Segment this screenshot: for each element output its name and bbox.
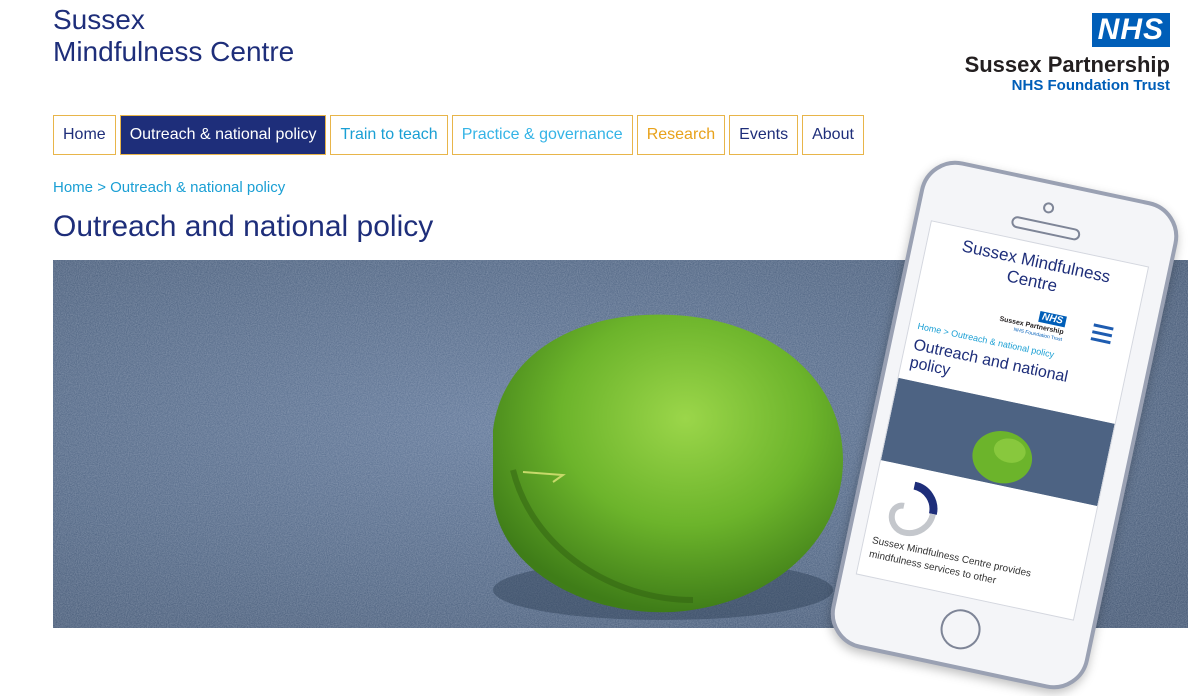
nav-item-about[interactable]: About bbox=[802, 115, 864, 155]
nav-item-events[interactable]: Events bbox=[729, 115, 799, 155]
breadcrumb: Home > Outreach & national policy bbox=[53, 179, 285, 196]
site-title[interactable]: Sussex Mindfulness Centre bbox=[53, 4, 294, 68]
phone-speaker bbox=[1010, 215, 1082, 242]
nav-item-outreach[interactable]: Outreach & national policy bbox=[119, 115, 327, 155]
spiral-logo-icon bbox=[888, 481, 938, 537]
phone-camera bbox=[1042, 201, 1056, 215]
mobile-site-title: Sussex Mindfulness Centre bbox=[960, 236, 1113, 296]
site-title-line2: Mindfulness Centre bbox=[53, 36, 295, 67]
hamburger-menu-icon bbox=[1090, 323, 1114, 348]
nav-item-practice-governance[interactable]: Practice & governance bbox=[451, 115, 633, 155]
nhs-badge: NHS bbox=[1091, 13, 1170, 47]
breadcrumb-home-link[interactable]: Home bbox=[53, 179, 93, 196]
nav-item-home[interactable]: Home bbox=[53, 115, 116, 155]
nhs-logo[interactable]: NHS Sussex Partnership NHS Foundation Tr… bbox=[965, 13, 1170, 95]
page-title: Outreach and national policy bbox=[53, 210, 434, 243]
nav-item-train-to-teach[interactable]: Train to teach bbox=[330, 115, 448, 155]
site-title-line1: Sussex bbox=[53, 4, 145, 35]
mobile-body-text: Sussex Mindfulness Centre provides mindf… bbox=[868, 535, 1033, 587]
breadcrumb-current-link[interactable]: Outreach & national policy bbox=[110, 179, 285, 196]
main-nav: Home Outreach & national policy Train to… bbox=[53, 115, 864, 155]
breadcrumb-separator: > bbox=[97, 179, 106, 196]
nhs-org-name: Sussex Partnership bbox=[964, 52, 1170, 77]
nav-item-research[interactable]: Research bbox=[636, 115, 726, 155]
phone-home-button bbox=[936, 605, 985, 654]
nhs-trust-name: NHS Foundation Trust bbox=[1011, 77, 1170, 94]
phone-screen: Sussex Mindfulness Centre NHS Sussex Par… bbox=[855, 220, 1150, 621]
